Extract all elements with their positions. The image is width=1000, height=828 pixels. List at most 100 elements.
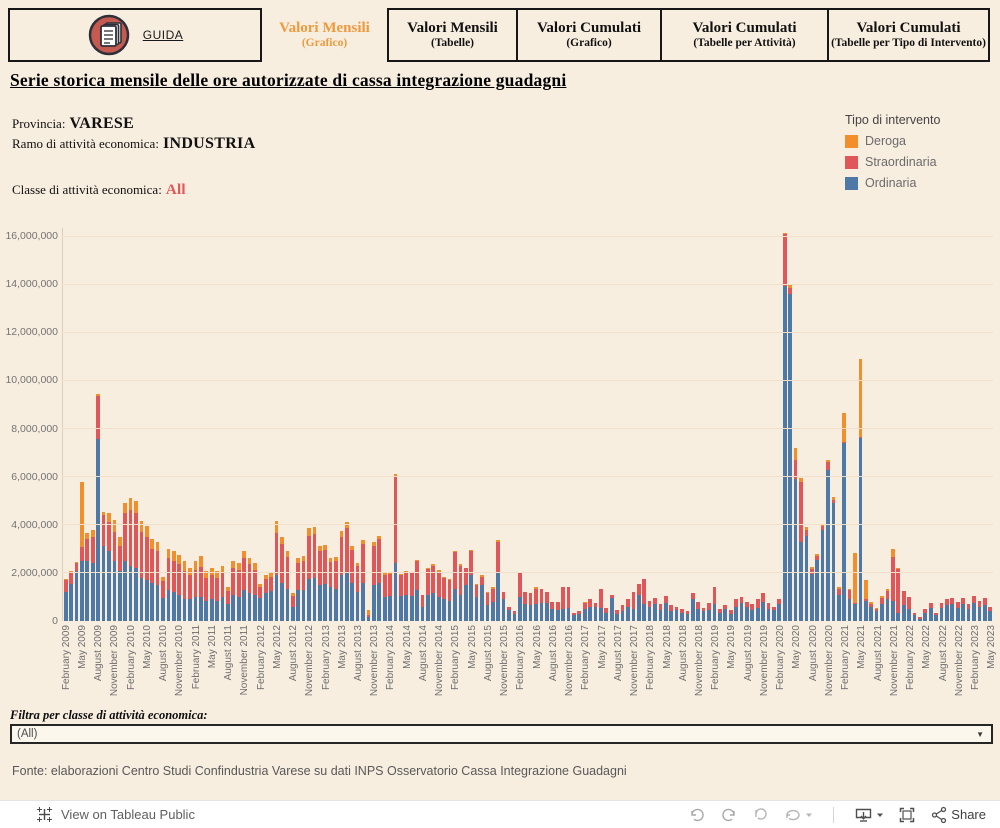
- bar-month-stack[interactable]: [150, 539, 154, 621]
- bar-month-stack[interactable]: [469, 550, 473, 621]
- bar-month-stack[interactable]: [567, 587, 571, 621]
- bar-segment-straordinaria[interactable]: [258, 587, 262, 598]
- bar-segment-straordinaria[interactable]: [269, 577, 273, 591]
- bar-segment-ordinaria[interactable]: [815, 560, 819, 621]
- bar-month-stack[interactable]: [556, 602, 560, 621]
- bar-segment-ordinaria[interactable]: [210, 599, 214, 621]
- bar-month-stack[interactable]: [372, 542, 376, 621]
- bar-segment-straordinaria[interactable]: [356, 566, 360, 593]
- bar-segment-straordinaria[interactable]: [523, 592, 527, 604]
- bar-segment-straordinaria[interactable]: [113, 532, 117, 561]
- bar-month-stack[interactable]: [129, 498, 133, 621]
- bar-month-stack[interactable]: [388, 572, 392, 621]
- bar-segment-ordinaria[interactable]: [956, 608, 960, 621]
- bar-segment-straordinaria[interactable]: [599, 589, 603, 608]
- bar-segment-straordinaria[interactable]: [464, 568, 468, 585]
- bar-month-stack[interactable]: [713, 587, 717, 621]
- bar-segment-ordinaria[interactable]: [577, 614, 581, 621]
- bar-segment-ordinaria[interactable]: [123, 561, 127, 621]
- fullscreen-icon[interactable]: [898, 806, 916, 824]
- bar-month-stack[interactable]: [669, 605, 673, 621]
- bar-segment-ordinaria[interactable]: [280, 583, 284, 622]
- bar-segment-ordinaria[interactable]: [594, 607, 598, 621]
- bar-segment-ordinaria[interactable]: [696, 609, 700, 621]
- bar-segment-ordinaria[interactable]: [540, 603, 544, 621]
- bar-month-stack[interactable]: [85, 533, 89, 621]
- bar-segment-straordinaria[interactable]: [502, 592, 506, 599]
- bar-segment-ordinaria[interactable]: [496, 573, 500, 621]
- bar-month-stack[interactable]: [718, 609, 722, 621]
- bar-month-stack[interactable]: [529, 593, 533, 621]
- bar-month-stack[interactable]: [788, 284, 792, 621]
- bar-segment-ordinaria[interactable]: [177, 595, 181, 622]
- bar-month-stack[interactable]: [442, 577, 446, 621]
- bar-month-stack[interactable]: [145, 526, 149, 621]
- bar-segment-ordinaria[interactable]: [453, 589, 457, 622]
- bar-month-stack[interactable]: [410, 572, 414, 621]
- bar-segment-ordinaria[interactable]: [475, 597, 479, 621]
- bar-segment-deroga[interactable]: [794, 448, 798, 460]
- bar-segment-straordinaria[interactable]: [886, 591, 890, 599]
- bar-segment-ordinaria[interactable]: [215, 601, 219, 621]
- bar-segment-ordinaria[interactable]: [183, 599, 187, 621]
- bar-month-stack[interactable]: [323, 545, 327, 621]
- bar-segment-ordinaria[interactable]: [761, 602, 765, 621]
- bar-segment-deroga[interactable]: [140, 521, 144, 532]
- bar-month-stack[interactable]: [523, 592, 527, 621]
- bar-month-stack[interactable]: [729, 610, 733, 621]
- bar-month-stack[interactable]: [296, 558, 300, 621]
- bar-segment-deroga[interactable]: [280, 537, 284, 544]
- bar-segment-straordinaria[interactable]: [96, 396, 100, 439]
- bar-month-stack[interactable]: [167, 549, 171, 621]
- bar-segment-ordinaria[interactable]: [794, 479, 798, 621]
- bar-month-stack[interactable]: [496, 540, 500, 621]
- bar-month-stack[interactable]: [794, 448, 798, 621]
- bar-segment-straordinaria[interactable]: [761, 593, 765, 601]
- bar-month-stack[interactable]: [518, 573, 522, 621]
- guida-button[interactable]: GUIDA: [8, 8, 262, 62]
- bar-segment-straordinaria[interactable]: [102, 515, 106, 546]
- bar-segment-straordinaria[interactable]: [199, 567, 203, 597]
- bar-segment-ordinaria[interactable]: [156, 585, 160, 621]
- bar-segment-ordinaria[interactable]: [264, 593, 268, 621]
- bar-month-stack[interactable]: [286, 551, 290, 621]
- legend-item-straordinaria[interactable]: Straordinaria: [845, 155, 995, 169]
- bar-segment-straordinaria[interactable]: [556, 602, 560, 610]
- bar-segment-ordinaria[interactable]: [799, 542, 803, 621]
- bar-segment-straordinaria[interactable]: [145, 537, 149, 580]
- bar-month-stack[interactable]: [588, 599, 592, 621]
- bar-month-stack[interactable]: [210, 568, 214, 621]
- bar-segment-deroga[interactable]: [183, 561, 187, 571]
- bar-segment-ordinaria[interactable]: [745, 607, 749, 621]
- bar-segment-ordinaria[interactable]: [69, 584, 73, 621]
- bar-segment-straordinaria[interactable]: [361, 544, 365, 583]
- bar-segment-straordinaria[interactable]: [264, 579, 268, 593]
- bar-segment-straordinaria[interactable]: [334, 561, 338, 589]
- bar-segment-straordinaria[interactable]: [156, 551, 160, 585]
- bar-month-stack[interactable]: [183, 561, 187, 621]
- bar-segment-ordinaria[interactable]: [691, 599, 695, 621]
- bar-month-stack[interactable]: [896, 568, 900, 621]
- bar-month-stack[interactable]: [113, 520, 117, 621]
- bar-segment-straordinaria[interactable]: [756, 599, 760, 607]
- bar-segment-ordinaria[interactable]: [659, 610, 663, 621]
- bar-month-stack[interactable]: [221, 566, 225, 621]
- bar-month-stack[interactable]: [231, 561, 235, 621]
- bar-segment-straordinaria[interactable]: [372, 546, 376, 585]
- bar-month-stack[interactable]: [80, 482, 84, 621]
- bar-month-stack[interactable]: [945, 599, 949, 621]
- bar-month-stack[interactable]: [772, 607, 776, 621]
- bar-month-stack[interactable]: [507, 607, 511, 621]
- bar-month-stack[interactable]: [307, 528, 311, 621]
- bar-segment-straordinaria[interactable]: [323, 550, 327, 584]
- bar-month-stack[interactable]: [815, 554, 819, 621]
- bar-segment-ordinaria[interactable]: [572, 615, 576, 621]
- bar-month-stack[interactable]: [334, 557, 338, 621]
- bar-segment-ordinaria[interactable]: [329, 587, 333, 621]
- bar-segment-ordinaria[interactable]: [345, 573, 349, 621]
- bar-segment-ordinaria[interactable]: [967, 609, 971, 621]
- bar-segment-ordinaria[interactable]: [723, 609, 727, 621]
- bar-month-stack[interactable]: [226, 587, 230, 621]
- bar-segment-straordinaria[interactable]: [475, 585, 479, 597]
- bar-segment-straordinaria[interactable]: [626, 599, 630, 606]
